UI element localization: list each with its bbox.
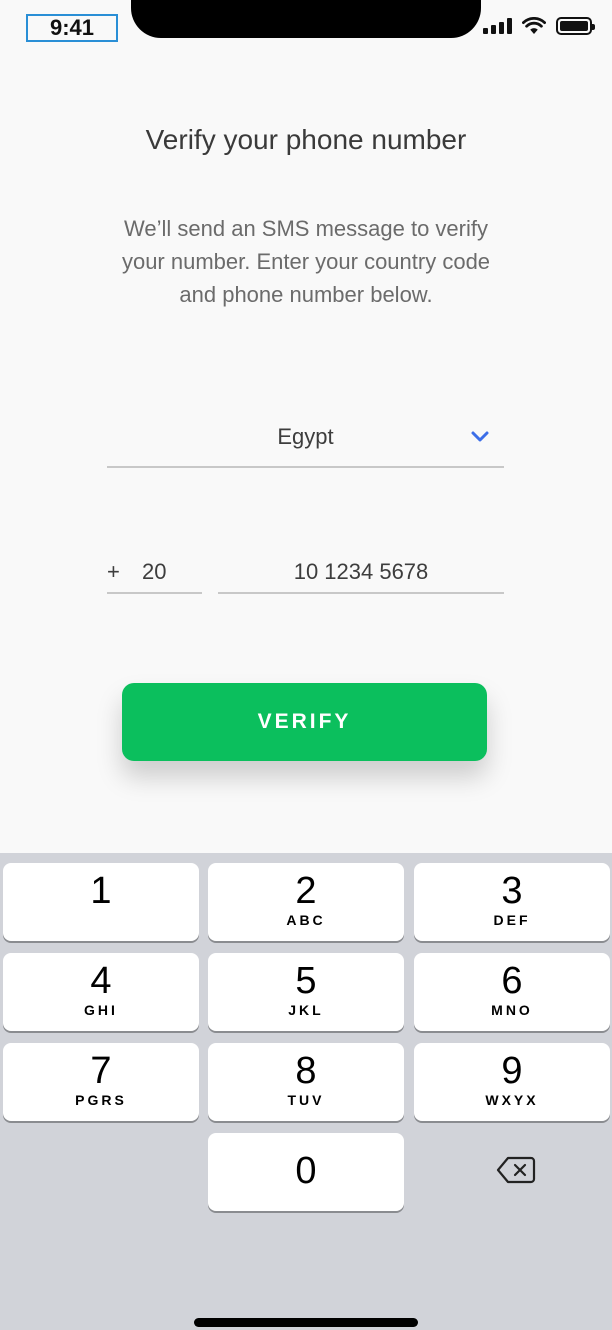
key-letters: DEF [493,912,531,928]
key-digit: 3 [501,870,523,912]
key-1[interactable]: 1 [3,863,199,941]
key-8[interactable]: 8 TUV [208,1043,404,1121]
key-digit: 1 [90,870,112,912]
page-subtitle: We’ll send an SMS message to verify your… [121,216,491,307]
verify-button[interactable]: VERIFY [122,683,487,761]
key-letters: ABC [286,912,326,928]
status-time: 9:41 [26,14,118,42]
key-letters: MNO [491,1002,533,1018]
key-9[interactable]: 9 WXYX [414,1043,610,1121]
phone-number-value: 10 1234 5678 [293,559,429,584]
key-digit: 6 [501,960,523,1002]
phone-number-field[interactable]: 10 1234 5678 [218,548,504,594]
key-3[interactable]: 3 DEF [414,863,610,941]
key-6[interactable]: 6 MNO [414,953,610,1031]
status-bar: 9:41 [0,0,612,56]
country-select[interactable]: Egypt [107,414,504,468]
plus-sign: + [107,559,120,584]
key-7[interactable]: 7 PGRS [3,1043,199,1121]
country-code-field[interactable]: + 20 [107,548,202,594]
key-letters: PGRS [75,1092,127,1108]
key-4[interactable]: 4 GHI [3,953,199,1031]
key-digit: 9 [501,1050,523,1092]
status-icons [483,17,595,35]
home-indicator[interactable] [194,1318,418,1327]
key-digit: 4 [90,960,112,1002]
key-letters: GHI [84,1002,118,1018]
key-letters: JKL [288,1002,324,1018]
backspace-icon[interactable] [496,1155,536,1185]
key-5[interactable]: 5 JKL [208,953,404,1031]
key-2[interactable]: 2 ABC [208,863,404,941]
country-code-value: 20 [142,559,167,584]
key-digit: 8 [295,1050,317,1092]
key-letters: TUV [287,1092,325,1108]
cellular-signal-icon [483,18,512,34]
key-letters: WXYX [485,1092,539,1108]
key-digit: 2 [295,870,317,912]
wifi-icon [522,17,546,34]
key-digit: 0 [295,1150,317,1192]
page-title: Verify your phone number [145,124,467,155]
country-name: Egypt [277,424,334,449]
device-notch [131,0,481,38]
key-digit: 5 [295,960,317,1002]
chevron-down-icon [471,431,489,442]
key-digit: 7 [90,1050,112,1092]
battery-icon [556,17,595,35]
key-0[interactable]: 0 [208,1133,404,1211]
